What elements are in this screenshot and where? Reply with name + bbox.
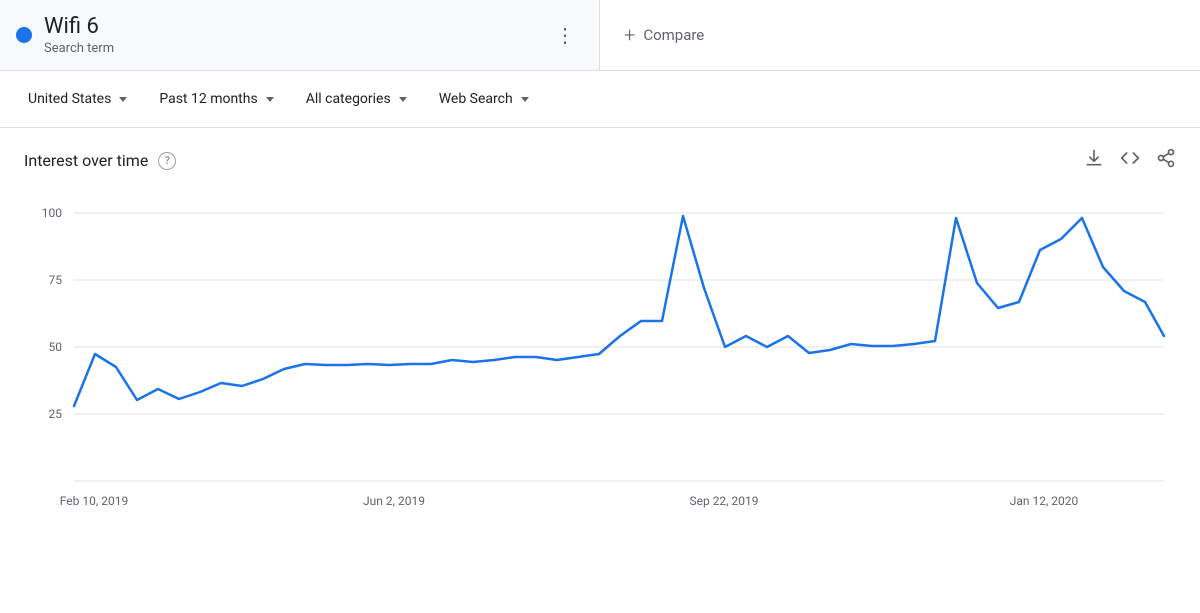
- interest-chart: 100 75 50 25 Feb 10, 2019 Jun 2, 2019 Se…: [24, 193, 1176, 533]
- compare-button[interactable]: + Compare: [624, 23, 704, 47]
- trend-line: [74, 216, 1164, 406]
- x-label-feb: Feb 10, 2019: [60, 494, 128, 508]
- x-label-sep: Sep 22, 2019: [689, 494, 758, 508]
- download-icon[interactable]: [1084, 148, 1104, 173]
- help-icon[interactable]: ?: [158, 152, 176, 170]
- y-label-100: 100: [42, 206, 62, 220]
- blue-dot-indicator: [16, 27, 32, 43]
- search-term-card: Wifi 6 Search term ⋮: [0, 0, 600, 70]
- chart-title: Interest over time: [24, 151, 148, 170]
- time-chevron-icon: [266, 97, 274, 102]
- search-term-text: Wifi 6 Search term: [44, 14, 114, 56]
- x-label-jun: Jun 2, 2019: [363, 494, 425, 508]
- time-filter[interactable]: Past 12 months: [147, 83, 285, 115]
- region-chevron-icon: [119, 97, 127, 102]
- compare-section: + Compare: [600, 0, 1200, 70]
- region-filter[interactable]: United States: [16, 83, 139, 115]
- y-label-25: 25: [49, 407, 63, 421]
- y-label-50: 50: [49, 340, 63, 354]
- search-type-chevron-icon: [521, 97, 529, 102]
- x-label-jan: Jan 12, 2020: [1010, 494, 1079, 508]
- more-options-icon[interactable]: ⋮: [547, 19, 583, 51]
- share-icon[interactable]: [1156, 148, 1176, 173]
- filters-row: United States Past 12 months All categor…: [0, 71, 1200, 128]
- y-label-75: 75: [49, 273, 63, 287]
- search-term-subtitle: Search term: [44, 41, 114, 56]
- compare-label: Compare: [643, 26, 704, 44]
- embed-icon[interactable]: [1120, 148, 1140, 173]
- category-filter[interactable]: All categories: [294, 83, 419, 115]
- search-term-title: Wifi 6: [44, 14, 114, 40]
- chart-container: 100 75 50 25 Feb 10, 2019 Jun 2, 2019 Se…: [24, 193, 1176, 537]
- category-chevron-icon: [399, 97, 407, 102]
- search-type-label: Web Search: [439, 91, 513, 107]
- chart-actions: [1084, 148, 1176, 173]
- chart-title-group: Interest over time ?: [24, 151, 176, 170]
- region-label: United States: [28, 91, 111, 107]
- chart-section: Interest over time ?: [0, 128, 1200, 537]
- compare-plus-icon: +: [624, 23, 635, 47]
- time-label: Past 12 months: [159, 91, 257, 107]
- search-type-filter[interactable]: Web Search: [427, 83, 541, 115]
- search-term-left: Wifi 6 Search term: [16, 14, 114, 56]
- chart-header: Interest over time ?: [24, 148, 1176, 173]
- category-label: All categories: [306, 91, 391, 107]
- header-row: Wifi 6 Search term ⋮ + Compare: [0, 0, 1200, 71]
